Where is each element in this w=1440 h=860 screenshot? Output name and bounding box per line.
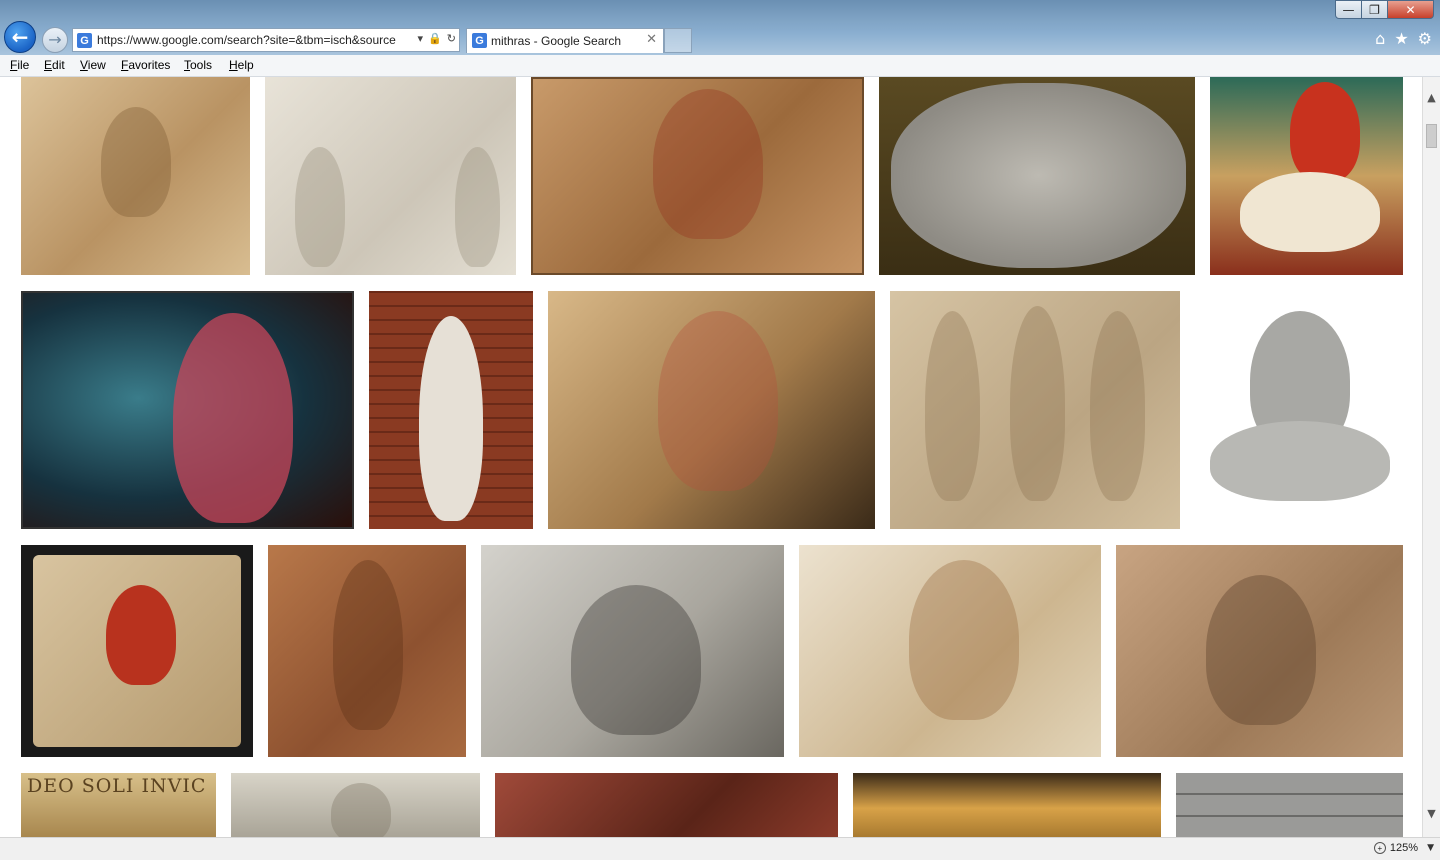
lock-icon[interactable]: 🔒 [428, 32, 442, 45]
zoom-icon: + [1373, 842, 1386, 854]
image-result[interactable] [548, 291, 875, 529]
menu-help[interactable]: Help [229, 58, 254, 72]
favorites-star-icon[interactable]: ★ [1394, 29, 1408, 48]
tab-title: mithras - Google Search [491, 34, 622, 48]
menu-file[interactable]: File [10, 58, 29, 72]
image-result[interactable] [21, 291, 354, 529]
image-result[interactable] [799, 545, 1101, 757]
address-url[interactable]: https://www.google.com/search?site=&tbm=… [97, 33, 396, 47]
image-result[interactable] [495, 773, 838, 837]
image-result[interactable] [21, 77, 250, 275]
image-result[interactable] [879, 77, 1195, 275]
browser-titlebar: ← → G https://www.google.com/search?site… [0, 0, 1440, 55]
scroll-up-icon[interactable]: ▲ [1423, 89, 1440, 106]
back-button[interactable]: ← [4, 21, 36, 53]
vertical-scrollbar[interactable]: ▲ ▼ [1422, 77, 1440, 837]
tab-close-icon[interactable]: ✕ [646, 32, 657, 47]
home-icon[interactable]: ⌂ [1375, 29, 1385, 48]
gear-icon[interactable]: ⚙ [1418, 29, 1432, 48]
minimize-button[interactable]: — [1335, 0, 1362, 19]
image-result[interactable] [1195, 291, 1403, 529]
image-result[interactable] [1116, 545, 1403, 757]
maximize-button[interactable]: ❐ [1361, 0, 1388, 19]
image-result[interactable] [265, 77, 516, 275]
forward-arrow-icon: → [48, 30, 62, 49]
address-bar[interactable]: G https://www.google.com/search?site=&tb… [72, 28, 460, 52]
relief-inscription: DEO SOLI INVIC [27, 775, 207, 797]
image-result[interactable] [853, 773, 1161, 837]
menu-view[interactable]: View [80, 58, 106, 72]
image-result[interactable] [481, 545, 784, 757]
google-favicon-icon: G [77, 33, 92, 48]
image-result[interactable] [531, 77, 864, 275]
menu-edit[interactable]: Edit [44, 58, 65, 72]
image-result[interactable] [21, 545, 253, 757]
forward-button[interactable]: → [42, 27, 68, 53]
image-result[interactable] [890, 291, 1180, 529]
menu-favorites[interactable]: Favorites [121, 58, 170, 72]
zoom-control[interactable]: + 125% [1373, 842, 1418, 854]
scroll-thumb[interactable] [1426, 124, 1437, 148]
menu-bar: File Edit View Favorites Tools Help [0, 55, 1440, 77]
image-result[interactable] [231, 773, 480, 837]
tab-google-search[interactable]: G mithras - Google Search ✕ [466, 28, 664, 53]
dropdown-arrow-icon[interactable]: ▾ [418, 32, 424, 45]
image-result[interactable] [1176, 773, 1403, 837]
scroll-down-icon[interactable]: ▼ [1423, 805, 1440, 822]
google-favicon-icon: G [472, 33, 487, 48]
refresh-icon[interactable]: ↻ [447, 32, 456, 45]
close-window-button[interactable]: ✕ [1387, 0, 1434, 19]
image-result[interactable] [369, 291, 533, 529]
zoom-level: 125% [1389, 842, 1418, 854]
menu-tools[interactable]: Tools [184, 58, 212, 72]
image-result[interactable]: DEO SOLI INVIC [21, 773, 216, 837]
minimize-icon: — [1342, 2, 1355, 17]
zoom-dropdown-icon[interactable]: ▼ [1427, 843, 1434, 853]
new-tab-button[interactable] [664, 28, 692, 53]
back-arrow-icon: ← [11, 25, 29, 49]
maximize-icon: ❐ [1369, 2, 1380, 17]
image-result[interactable] [268, 545, 466, 757]
close-icon: ✕ [1405, 2, 1416, 17]
status-bar: + 125% ▼ [0, 837, 1440, 860]
image-result[interactable] [1210, 77, 1403, 275]
image-results-grid: DEO SOLI INVIC [0, 77, 1422, 837]
